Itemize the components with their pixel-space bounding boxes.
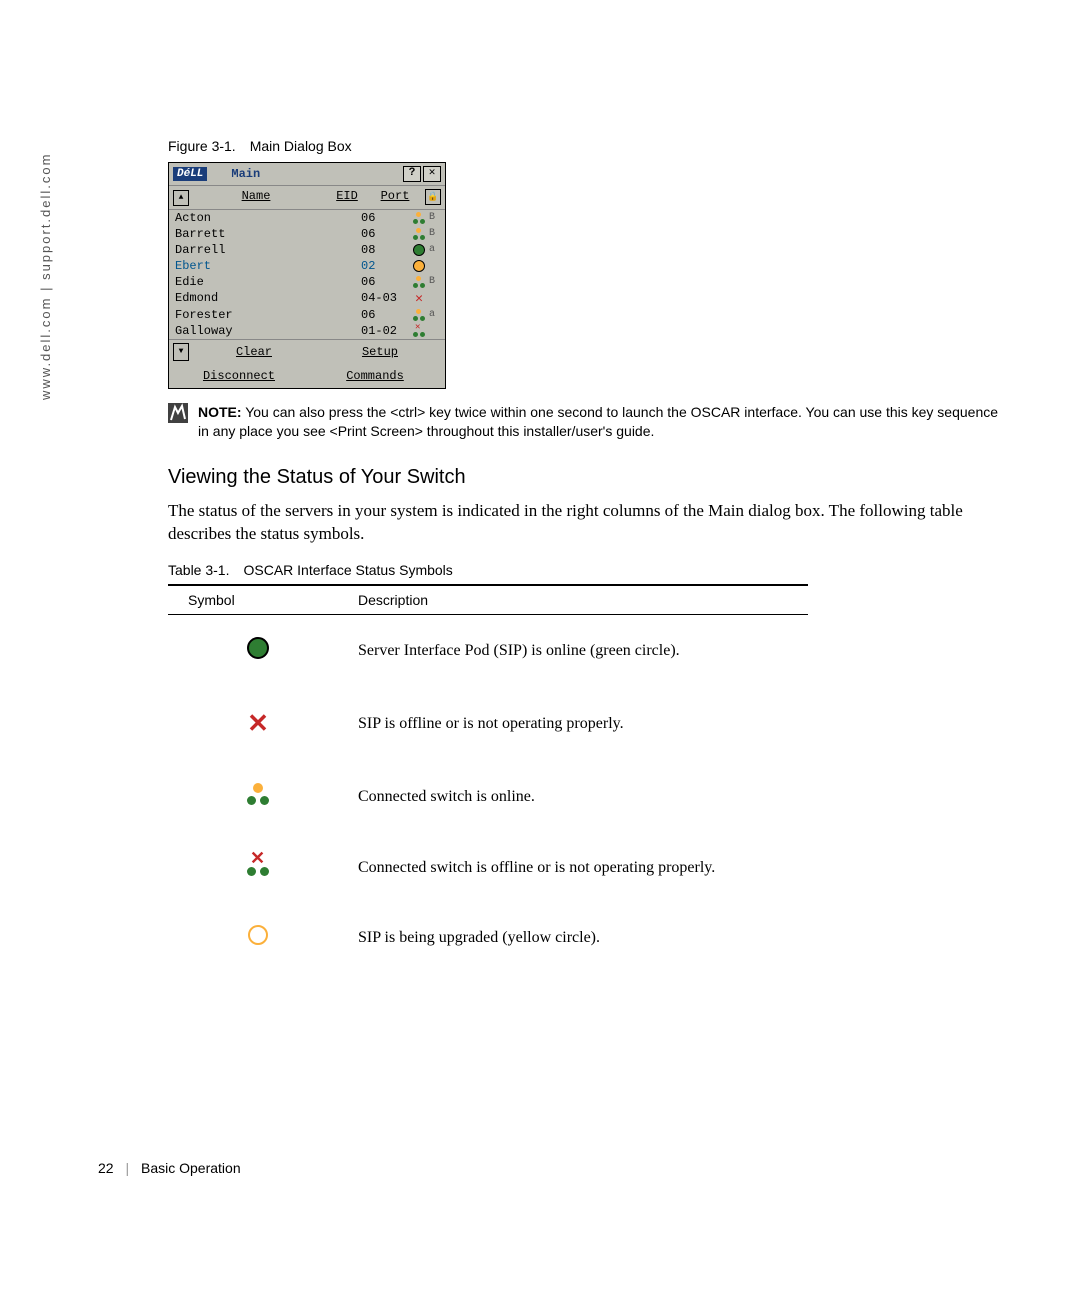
dialog-title: Main — [231, 167, 403, 181]
note-text: NOTE: You can also press the <ctrl> key … — [198, 403, 1000, 442]
cell-symbol — [168, 761, 338, 832]
main-dialog: DéLL Main ? ✕ ▲ Name EID Port 🔒 Acton06B… — [168, 162, 446, 389]
status-symbols-table: Symbol Description Server Interface Pod … — [168, 584, 808, 972]
footer-sep: | — [125, 1160, 129, 1176]
table-row: Server Interface Pod (SIP) is online (gr… — [168, 615, 808, 687]
lock-icon[interactable]: 🔒 — [425, 189, 441, 205]
sip-upgrading-icon — [413, 260, 425, 272]
switch-online-icon — [413, 276, 425, 288]
clear-button[interactable]: Clear — [193, 343, 315, 361]
dialog-row[interactable]: Edmond04-03 ✕ — [169, 290, 445, 307]
row-channel: B — [429, 228, 439, 239]
cell-symbol — [168, 903, 338, 972]
dialog-footer-row1: ▼ Clear Setup — [169, 339, 445, 364]
cell-description: SIP is offline or is not operating prope… — [338, 686, 808, 761]
row-port: 06 — [361, 275, 409, 289]
setup-button[interactable]: Setup — [319, 343, 441, 361]
dialog-footer-row2: Disconnect Commands — [169, 364, 445, 388]
sip-offline-icon: ✕ — [415, 291, 423, 306]
dialog-column-headers: ▲ Name EID Port 🔒 — [169, 186, 445, 210]
page-number: 22 — [98, 1160, 114, 1176]
cell-symbol: ✕ — [168, 686, 338, 761]
switch-online-icon — [413, 228, 425, 240]
column-eid[interactable]: EID — [327, 189, 367, 206]
switch-offline-icon — [413, 325, 425, 337]
note-label: NOTE: — [198, 404, 242, 420]
row-name: Ebert — [175, 259, 361, 273]
dialog-rows: Acton06BBarrett06BDarrell08aEbert02Edie0… — [169, 210, 445, 339]
cell-description: Server Interface Pod (SIP) is online (gr… — [338, 615, 808, 687]
page-content: Figure 3-1. Main Dialog Box DéLL Main ? … — [168, 0, 1000, 972]
table-caption: Table 3-1. OSCAR Interface Status Symbol… — [168, 562, 1000, 578]
dialog-row[interactable]: Ebert02 — [169, 258, 445, 274]
yellow-circle-icon — [248, 925, 268, 945]
section-heading: Viewing the Status of Your Switch — [168, 466, 1000, 489]
row-name: Galloway — [175, 324, 361, 338]
cell-description: SIP is being upgraded (yellow circle). — [338, 903, 808, 972]
figure-caption: Figure 3-1. Main Dialog Box — [168, 138, 1000, 154]
sip-online-icon — [413, 244, 425, 256]
row-channel: a — [429, 309, 439, 320]
red-x-icon: ✕ — [247, 708, 269, 738]
note-body: You can also press the <ctrl> key twice … — [198, 404, 998, 440]
table-row: SIP is being upgraded (yellow circle). — [168, 903, 808, 972]
cell-description: Connected switch is offline or is not op… — [338, 832, 808, 903]
dialog-row[interactable]: Barrett06 B — [169, 226, 445, 242]
commands-button[interactable]: Commands — [309, 367, 441, 385]
note-block: NOTE: You can also press the <ctrl> key … — [168, 403, 1000, 442]
row-channel: B — [429, 276, 439, 287]
row-name: Darrell — [175, 243, 361, 257]
green-circle-icon — [247, 637, 269, 659]
row-name: Forester — [175, 308, 361, 322]
row-port: 06 — [361, 227, 409, 241]
table-row: ✕ Connected switch is offline or is not o… — [168, 832, 808, 903]
row-channel: B — [429, 212, 439, 223]
switch-online-icon — [413, 309, 425, 321]
row-name: Acton — [175, 211, 361, 225]
dialog-titlebar: DéLL Main ? ✕ — [169, 163, 445, 186]
cell-symbol — [168, 615, 338, 687]
row-name: Edmond — [175, 291, 361, 305]
disconnect-button[interactable]: Disconnect — [173, 367, 305, 385]
table-row: Connected switch is online. — [168, 761, 808, 832]
row-port: 06 — [361, 211, 409, 225]
row-port: 02 — [361, 259, 409, 273]
close-button[interactable]: ✕ — [423, 166, 441, 182]
th-description: Description — [338, 585, 808, 615]
row-port: 08 — [361, 243, 409, 257]
row-port: 04-03 — [361, 291, 409, 305]
body-text: The status of the servers in your system… — [168, 499, 1000, 547]
column-name[interactable]: Name — [185, 189, 327, 206]
footer-section: Basic Operation — [141, 1160, 241, 1176]
cell-symbol: ✕ — [168, 832, 338, 903]
row-port: 06 — [361, 308, 409, 322]
help-button[interactable]: ? — [403, 166, 421, 182]
th-symbol: Symbol — [168, 585, 338, 615]
dialog-row[interactable]: Galloway01-02 — [169, 323, 445, 339]
dialog-row[interactable]: Acton06 B — [169, 210, 445, 226]
scroll-down-icon[interactable]: ▼ — [173, 343, 189, 361]
dialog-row[interactable]: Edie06 B — [169, 274, 445, 290]
row-name: Barrett — [175, 227, 361, 241]
page-footer: 22 | Basic Operation — [98, 1160, 241, 1176]
dialog-row[interactable]: Darrell08 a — [169, 242, 445, 258]
column-port[interactable]: Port — [367, 189, 423, 206]
sidebar-url: www.dell.com | support.dell.com — [38, 153, 53, 400]
dell-logo: DéLL — [173, 167, 207, 181]
cell-description: Connected switch is online. — [338, 761, 808, 832]
row-port: 01-02 — [361, 324, 409, 338]
dialog-row[interactable]: Forester06 a — [169, 307, 445, 323]
table-row: ✕ SIP is offline or is not operating prop… — [168, 686, 808, 761]
row-channel: a — [429, 244, 439, 255]
note-icon — [168, 403, 188, 423]
switch-online-icon — [413, 212, 425, 224]
switch-online-icon — [247, 783, 269, 805]
switch-offline-icon: ✕ — [247, 854, 269, 876]
row-name: Edie — [175, 275, 361, 289]
